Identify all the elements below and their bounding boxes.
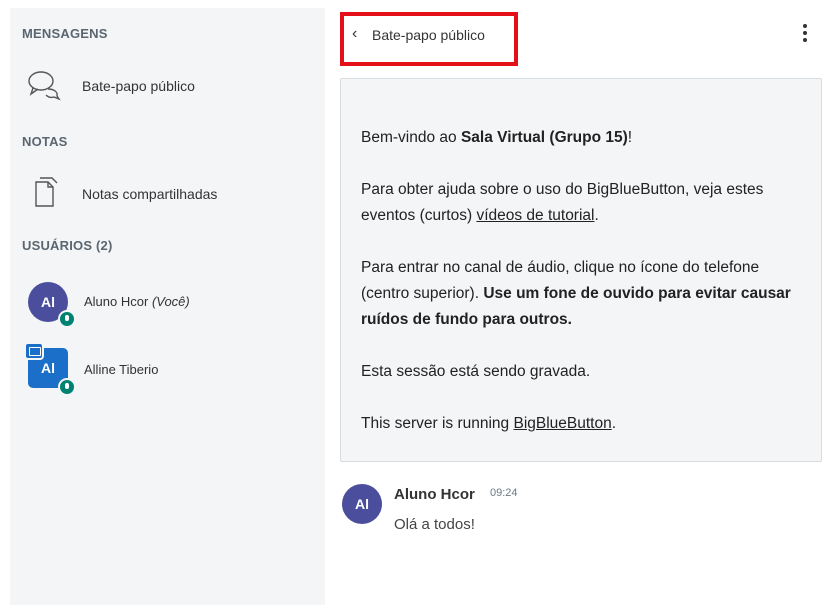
user-name: Aluno Hcor (Você): [84, 294, 190, 309]
microphone-icon: [58, 310, 76, 328]
more-options-icon[interactable]: [797, 22, 813, 48]
server-line: This server is running BigBlueButton.: [361, 415, 617, 432]
tutorial-link[interactable]: vídeos de tutorial: [476, 207, 594, 224]
sidebar: MENSAGENS Bate-papo público NOTAS Notas …: [10, 8, 325, 605]
public-chat-label: Bate-papo público: [82, 78, 195, 94]
notes-section-title: NOTAS: [22, 134, 68, 149]
users-section-title: USUÁRIOS (2): [22, 238, 113, 253]
sidebar-item-public-chat[interactable]: Bate-papo público: [10, 64, 325, 108]
avatar: Al: [342, 484, 382, 524]
chat-bubbles-icon: [28, 71, 61, 101]
document-icon: [35, 177, 58, 207]
sidebar-item-shared-notes[interactable]: Notas compartilhadas: [10, 172, 325, 216]
room-name: Sala Virtual (Grupo 15): [460, 129, 628, 146]
microphone-icon: [58, 378, 76, 396]
shared-notes-label: Notas compartilhadas: [82, 186, 218, 202]
you-label: (Você): [151, 294, 190, 309]
messages-section-title: MENSAGENS: [22, 26, 108, 41]
message-time: 09:24: [490, 487, 518, 499]
help-line: Para obter ajuda sobre o uso do BigBlueB…: [361, 181, 764, 224]
user-list-item[interactable]: Al Aluno Hcor (Você): [10, 282, 325, 332]
user-list-item[interactable]: Al Alline Tiberio: [10, 342, 325, 398]
message-text: Olá a todos!: [394, 516, 475, 533]
chat-back-button[interactable]: ‹ Bate-papo público: [340, 12, 518, 66]
presenter-icon: [24, 342, 44, 360]
chat-title: Bate-papo público: [372, 27, 485, 43]
welcome-line: Bem-vindo ao Sala Virtual (Grupo 15)!: [361, 129, 633, 146]
chevron-left-icon: ‹: [352, 25, 358, 42]
message-author: Aluno Hcor: [394, 486, 475, 503]
audio-line: Para entrar no canal de áudio, clique no…: [361, 259, 791, 328]
welcome-message: Bem-vindo ao Sala Virtual (Grupo 15)! Pa…: [340, 78, 822, 462]
recording-line: Esta sessão está sendo gravada.: [361, 363, 591, 380]
user-name: Alline Tiberio: [84, 362, 159, 377]
bigbluebutton-link[interactable]: BigBlueButton: [513, 415, 611, 432]
